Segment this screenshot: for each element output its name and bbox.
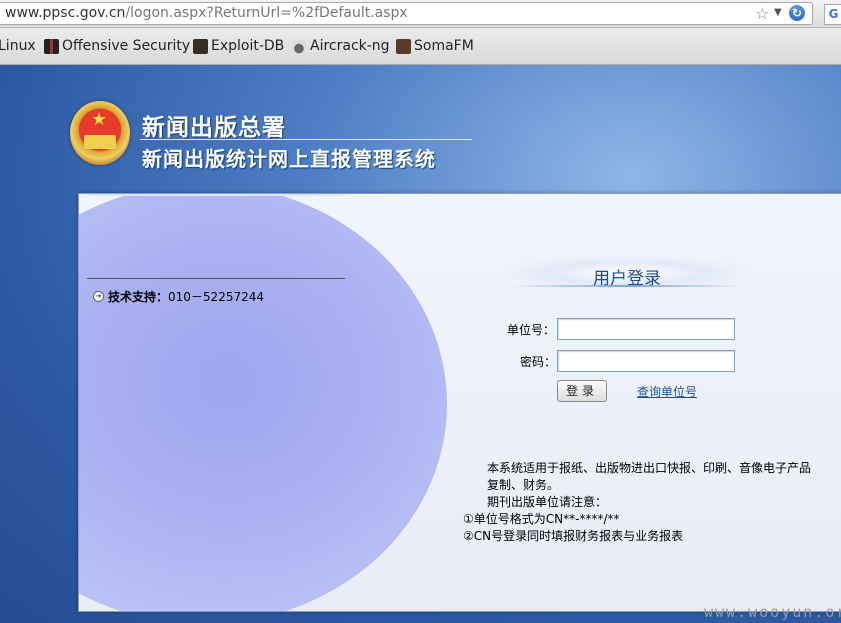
bookmark-somafm[interactable]: SomaFM <box>396 38 474 54</box>
support-label: 技术支持： <box>108 290 169 304</box>
somafm-icon <box>396 38 411 54</box>
login-underline <box>509 285 745 287</box>
aircrack-icon <box>289 35 310 57</box>
arrow-icon: ➔ <box>93 291 104 302</box>
url-path: /logon.aspx?ReturnUrl=%2fDefault.aspx <box>125 5 408 21</box>
emblem-base <box>84 135 116 149</box>
notice-line-1: 本系统适用于报纸、出版物进出口快报、印刷、音像电子产品复制、财务。 <box>487 461 812 492</box>
notice-line-2: 期刊出版单位请注意： <box>487 495 608 509</box>
unit-label: 单位号： <box>507 323 556 337</box>
bookmark-label: Aircrack-ng <box>310 38 390 54</box>
support-divider <box>87 278 345 279</box>
system-title: 新闻出版统计网上直报管理系统 <box>142 147 436 171</box>
notice-text: 本系统适用于报纸、出版物进出口快报、印刷、音像电子产品复制、财务。 期刊出版单位… <box>463 460 813 545</box>
decorative-oval <box>79 194 447 611</box>
login-panel: ➔ 技术支持： 010－52257244 用户登录 单位号： 密码： 登录 查询… <box>78 193 841 612</box>
url-text[interactable]: www.ppsc.gov.cn/logon.aspx?ReturnUrl=%2f… <box>5 5 408 21</box>
tech-support: ➔ 技术支持： 010－52257244 <box>93 288 264 305</box>
bookmark-label: Linux <box>0 38 36 54</box>
extension-icon[interactable]: G <box>824 4 841 25</box>
bookmark-label: Exploit-DB <box>211 38 285 54</box>
bookmark-offensive-security[interactable]: Offensive Security <box>44 38 190 54</box>
star-icon[interactable]: ☆ <box>755 4 769 23</box>
url-host: www.ppsc.gov.cn <box>5 5 126 21</box>
bookmark-label: SomaFM <box>414 38 474 54</box>
notice-line-3: ①单位号格式为CN**-****/** <box>463 512 620 526</box>
query-unit-link[interactable]: 查询单位号 <box>637 383 697 400</box>
login-button[interactable]: 登录 <box>557 380 607 402</box>
bookmark-label: Offensive Security <box>62 38 191 54</box>
panel-topline <box>89 194 345 196</box>
reload-icon[interactable]: ↻ <box>789 5 805 21</box>
browser-toolbar: www.ppsc.gov.cn/logon.aspx?ReturnUrl=%2f… <box>0 0 841 28</box>
bookmark-exploit-db[interactable]: Exploit-DB <box>193 38 284 54</box>
bookmarks-bar: Linux Offensive Security Exploit-DB Airc… <box>0 28 841 65</box>
offsec-icon <box>44 38 59 54</box>
exploitdb-icon <box>193 38 208 54</box>
title-divider <box>140 139 472 140</box>
address-bar[interactable]: www.ppsc.gov.cn/logon.aspx?ReturnUrl=%2f… <box>0 2 813 25</box>
page-content: ★ 新闻出版总署 新闻出版统计网上直报管理系统 ➔ 技术支持： 010－5225… <box>0 65 841 623</box>
password-input[interactable] <box>557 350 735 372</box>
star-icon: ★ <box>91 109 108 130</box>
notice-line-4: ②CN号登录同时填报财务报表与业务报表 <box>463 529 684 543</box>
dropdown-icon[interactable]: ▼ <box>774 7 782 18</box>
watermark: www.wooyun.org <box>704 603 841 621</box>
bookmark-linux[interactable]: Linux <box>0 38 36 54</box>
page-title: 新闻出版总署 <box>142 115 286 141</box>
national-emblem-icon: ★ <box>70 101 130 165</box>
bookmark-aircrack-ng[interactable]: Aircrack-ng <box>289 35 390 57</box>
password-label: 密码： <box>520 355 557 369</box>
unit-number-input[interactable] <box>557 318 735 340</box>
support-phone: 010－52257244 <box>168 290 264 304</box>
